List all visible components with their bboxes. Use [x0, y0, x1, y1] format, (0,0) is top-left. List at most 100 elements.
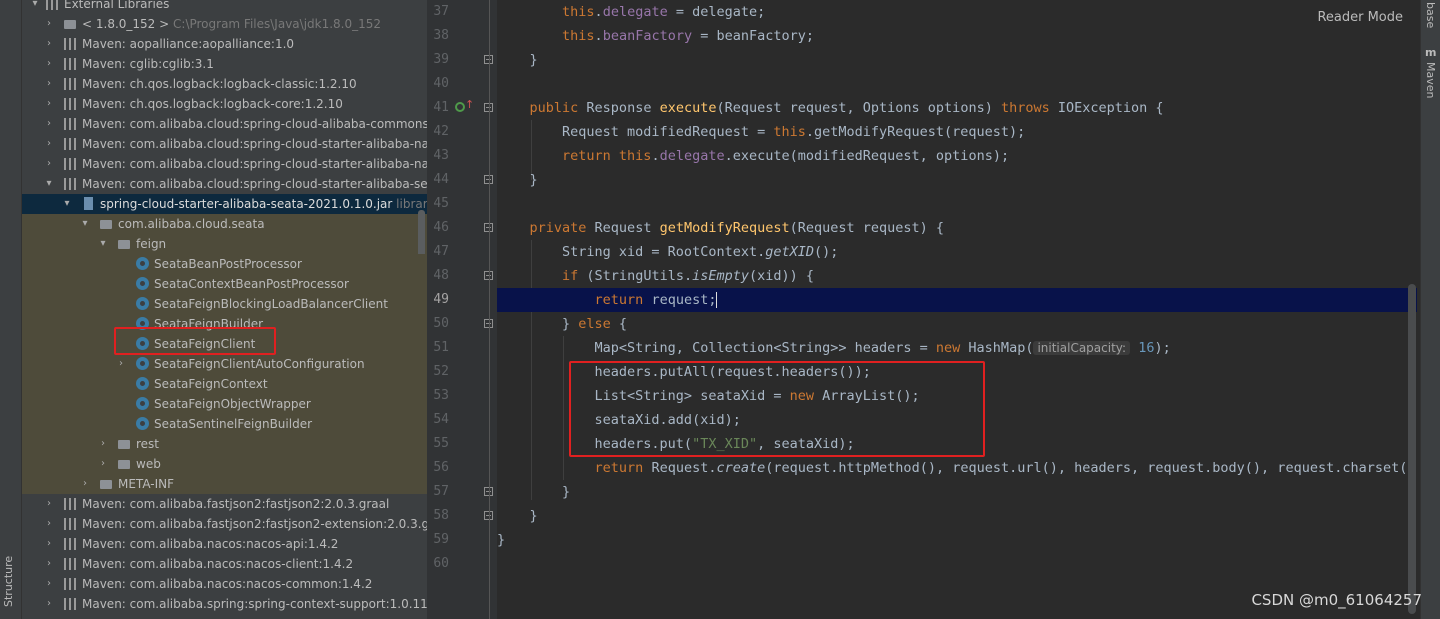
chevron-right-icon[interactable]: › — [44, 94, 54, 114]
chevron-right-icon[interactable]: › — [44, 34, 54, 54]
class-icon — [136, 397, 149, 410]
tree-label: web — [136, 457, 161, 471]
chevron-right-icon[interactable]: › — [44, 554, 54, 574]
tree-row-maven[interactable]: › Maven: com.alibaba.spring:spring-contex… — [22, 594, 427, 614]
chevron-down-icon[interactable]: ▾ — [98, 234, 108, 254]
tree-label: SeataFeignObjectWrapper — [154, 397, 311, 411]
tree-row-maven[interactable]: › Maven: aopalliance:aopalliance:1.0 — [22, 34, 427, 54]
tree-label: Maven: com.alibaba.cloud:spring-cloud-al… — [82, 117, 427, 131]
tree-row-maven[interactable]: › Maven: com.alibaba.fastjson2:fastjson2:… — [22, 494, 427, 514]
tree-row-maven[interactable]: › Maven: cglib:cglib:3.1 — [22, 54, 427, 74]
chevron-right-icon[interactable]: › — [44, 514, 54, 534]
database-tool-tab[interactable]: base — [1424, 2, 1437, 28]
library-icon — [64, 178, 76, 190]
line-number: 55 — [433, 436, 449, 451]
chevron-right-icon[interactable]: › — [44, 54, 54, 74]
tree-label: Maven: com.alibaba.nacos:nacos-common:1.… — [82, 577, 373, 591]
chevron-right-icon[interactable]: › — [44, 114, 54, 134]
chevron-right-icon[interactable]: › — [44, 134, 54, 154]
tree-row-class[interactable]: SeataFeignBlockingLoadBalancerClient — [22, 294, 427, 314]
override-arrow-icon: ↑ — [465, 98, 475, 111]
folder-icon — [118, 460, 130, 469]
line-number: 56 — [433, 460, 449, 475]
class-icon — [136, 417, 149, 430]
tree-row-feign[interactable]: ▾ feign — [22, 234, 427, 254]
tree-label: META-INF — [118, 477, 175, 491]
project-tree: ▾ External Libraries › < 1.8.0_152 > C:\… — [22, 0, 428, 619]
gutter-separator — [489, 0, 490, 619]
tree-row-maven[interactable]: › Maven: com.alibaba.cloud:spring-cloud-a… — [22, 114, 427, 134]
tree-row-maven[interactable]: ▾ Maven: com.alibaba.cloud:spring-cloud-s… — [22, 174, 427, 194]
line-number: 52 — [433, 364, 449, 379]
tree-row-class[interactable]: SeataBeanPostProcessor — [22, 254, 427, 274]
tree-row-class[interactable]: SeataSentinelFeignBuilder — [22, 414, 427, 434]
tree-row-rest[interactable]: › rest — [22, 434, 427, 454]
chevron-right-icon[interactable]: › — [44, 154, 54, 174]
library-icon — [64, 58, 76, 70]
chevron-right-icon[interactable]: › — [116, 354, 126, 374]
tree-row-class[interactable]: SeataFeignContext — [22, 374, 427, 394]
tree-row-maven[interactable]: › Maven: com.alibaba.nacos:nacos-client:1… — [22, 554, 427, 574]
code-line-current: return request; — [497, 288, 1417, 312]
tree-label: SeataBeanPostProcessor — [154, 257, 302, 271]
chevron-down-icon[interactable]: ▾ — [30, 0, 40, 14]
tree-row-maven[interactable]: › Maven: com.alibaba.nacos:nacos-api:1.4.… — [22, 534, 427, 554]
tree-row-package[interactable]: ▾ com.alibaba.cloud.seata — [22, 214, 427, 234]
chevron-right-icon[interactable]: › — [44, 74, 54, 94]
tree-row-partial[interactable] — [22, 614, 427, 619]
chevron-right-icon[interactable]: › — [98, 434, 108, 454]
chevron-right-icon[interactable]: › — [44, 594, 54, 614]
tree-label: SeataFeignBlockingLoadBalancerClient — [154, 297, 388, 311]
chevron-right-icon[interactable]: › — [44, 494, 54, 514]
library-icon — [64, 578, 76, 590]
tree-row-meta-inf[interactable]: › META-INF — [22, 474, 427, 494]
tree-row-seata-jar[interactable]: ▾ spring-cloud-starter-alibaba-seata-202… — [22, 194, 427, 214]
tree-row-web[interactable]: › web — [22, 454, 427, 474]
line-number: 43 — [433, 148, 449, 163]
tree-label: Maven: com.alibaba.cloud:spring-cloud-st… — [82, 137, 427, 151]
class-icon — [136, 277, 149, 290]
chevron-down-icon[interactable]: ▾ — [44, 174, 54, 194]
tree-label: feign — [136, 237, 167, 251]
tree-label: Maven: ch.qos.logback:logback-core:1.2.1… — [82, 97, 343, 111]
implements-method-icon[interactable] — [455, 102, 465, 112]
chevron-right-icon[interactable]: › — [80, 474, 90, 494]
tree-row-class[interactable]: SeataContextBeanPostProcessor — [22, 274, 427, 294]
tree-row-external-libraries[interactable]: ▾ External Libraries — [22, 0, 427, 14]
editor-gutter: 37 38 39 40 41 42 43 44 45 46 47 48 49 50 51 52 53 54 55 56… — [427, 0, 497, 619]
chevron-right-icon[interactable]: › — [44, 574, 54, 594]
tree-row-maven[interactable]: › Maven: ch.qos.logback:logback-classic:1… — [22, 74, 427, 94]
line-number: 53 — [433, 388, 449, 403]
chevron-right-icon[interactable]: › — [98, 454, 108, 474]
maven-tool-tab[interactable]: Maven — [1424, 62, 1437, 98]
tree-row-maven[interactable]: › Maven: com.alibaba.cloud:spring-cloud-s… — [22, 134, 427, 154]
tree-row-class[interactable]: SeataFeignObjectWrapper — [22, 394, 427, 414]
tree-row-maven[interactable]: › Maven: com.alibaba.fastjson2:fastjson2-… — [22, 514, 427, 534]
tree-row-jdk[interactable]: › < 1.8.0_152 > C:\Program Files\Java\jd… — [22, 14, 427, 34]
tree-label: External Libraries — [64, 0, 170, 11]
chevron-right-icon[interactable]: › — [44, 14, 54, 34]
tree-label: Maven: com.alibaba.cloud:spring-cloud-st… — [82, 157, 427, 171]
code-editor[interactable]: 37 38 39 40 41 42 43 44 45 46 47 48 49 50 51 52 53 54 55 56… — [427, 0, 1420, 619]
tree-row-maven[interactable]: › Maven: ch.qos.logback:logback-core:1.2.… — [22, 94, 427, 114]
tree-label: < 1.8.0_152 > C:\Program Files\Java\jdk1… — [82, 17, 382, 31]
tree-row-maven[interactable]: › Maven: com.alibaba.cloud:spring-cloud-s… — [22, 154, 427, 174]
reader-mode-button[interactable]: Reader Mode — [1317, 10, 1403, 25]
chevron-down-icon[interactable]: ▾ — [80, 214, 90, 234]
library-icon — [64, 598, 76, 610]
tree-label: SeataContextBeanPostProcessor — [154, 277, 349, 291]
chevron-down-icon[interactable]: ▾ — [62, 194, 72, 214]
code-line: } — [497, 532, 506, 548]
jar-icon — [84, 197, 93, 210]
library-icon — [64, 118, 76, 130]
editor-scrollbar[interactable] — [1408, 284, 1416, 614]
chevron-right-icon[interactable]: › — [44, 534, 54, 554]
tree-row-maven[interactable]: › Maven: com.alibaba.nacos:nacos-common:1… — [22, 574, 427, 594]
tree-row-class[interactable]: › SeataFeignClientAutoConfiguration — [22, 354, 427, 374]
line-number: 58 — [433, 508, 449, 523]
line-number: 57 — [433, 484, 449, 499]
class-icon — [136, 357, 149, 370]
line-number: 42 — [433, 124, 449, 139]
structure-tool-tab[interactable]: Structure — [2, 548, 19, 614]
